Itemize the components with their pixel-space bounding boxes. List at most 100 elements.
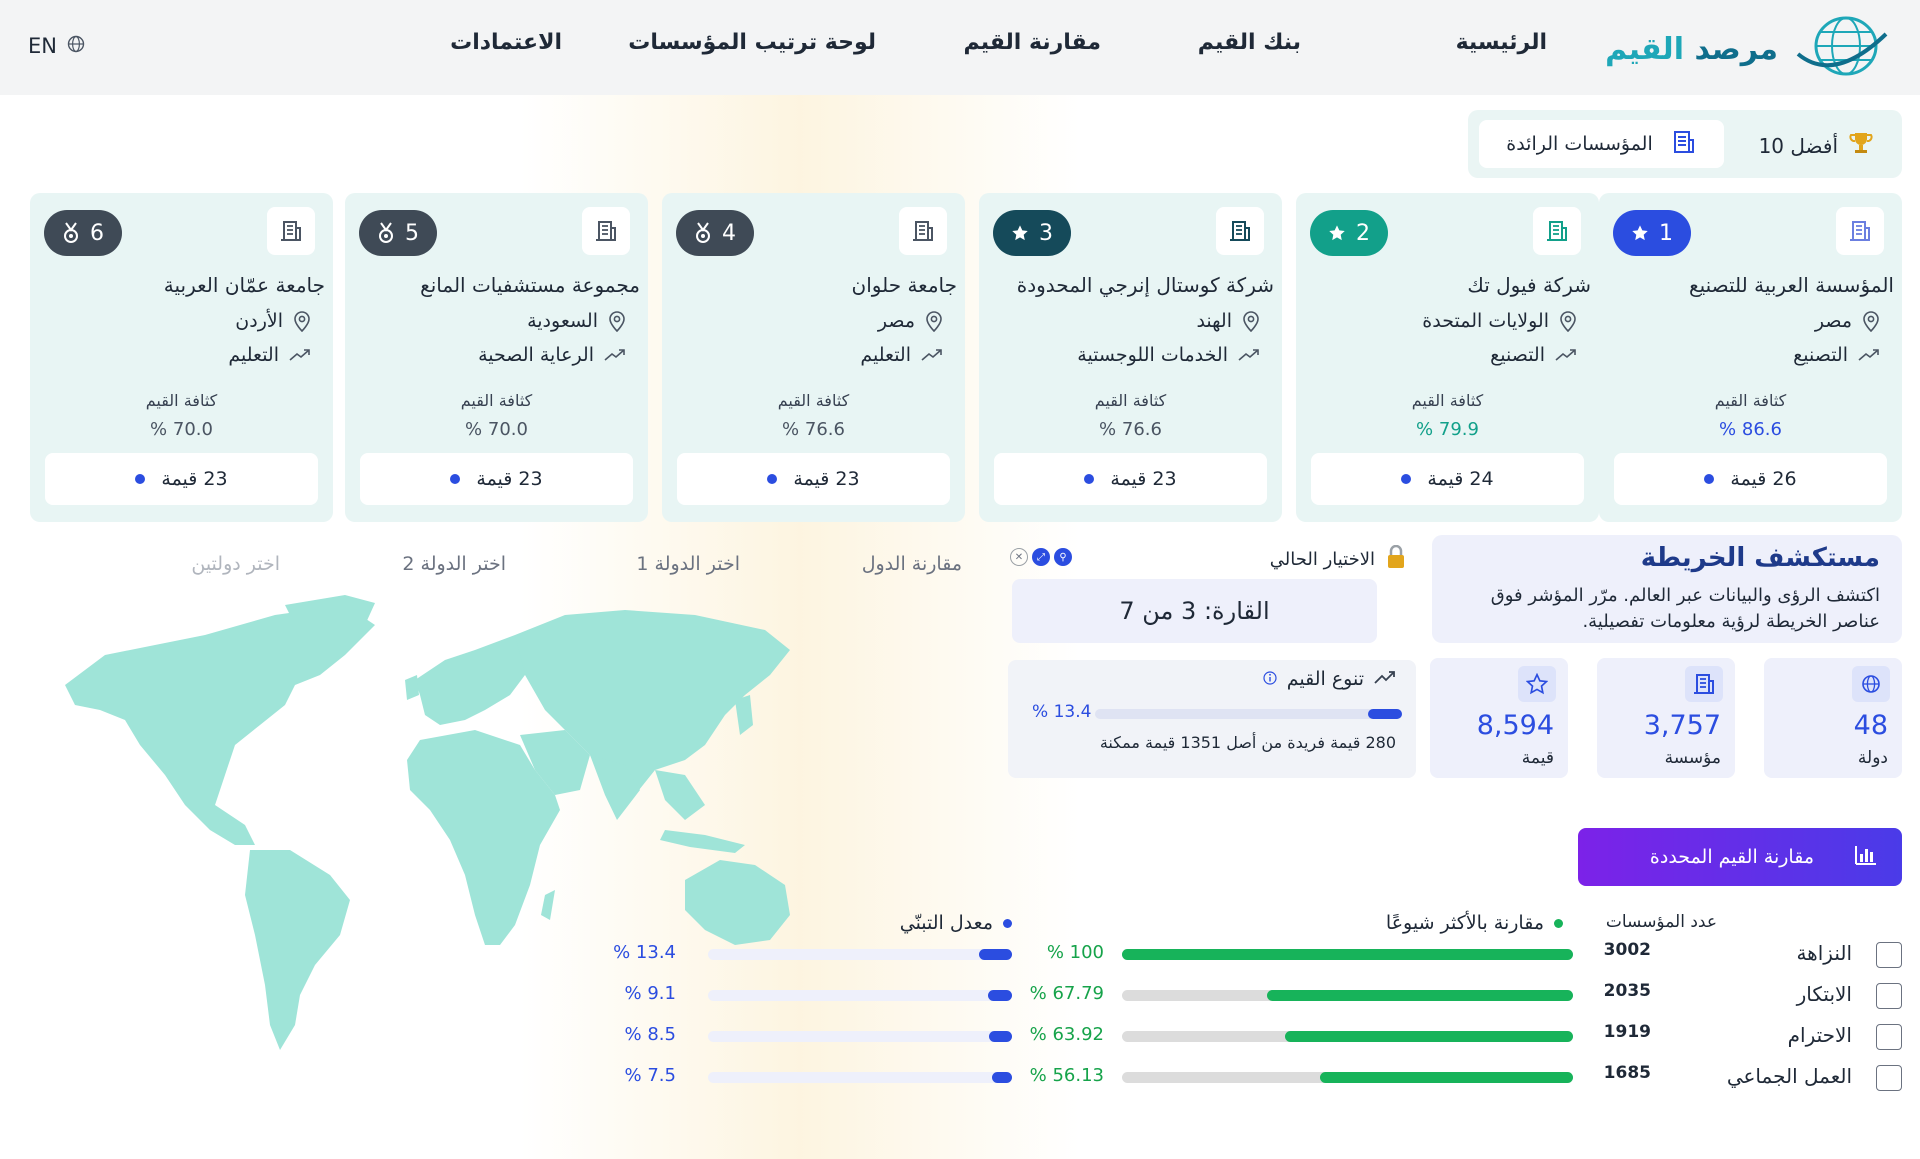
green-dot-icon	[1554, 918, 1563, 928]
current-selection-value: القارة: 3 من 7	[1012, 579, 1377, 643]
current-selection-header: الاختيار الحالي	[1270, 544, 1407, 574]
density-label: كثافة القيم	[1094, 391, 1167, 410]
map-indonesia[interactable]	[660, 830, 745, 853]
institution-sector: التصنيع	[1793, 344, 1848, 366]
institution-card[interactable]: 3 شركة كوستال إنرجي المحدودة الهند الخدم…	[979, 193, 1282, 522]
brand-name: مرصد	[1694, 31, 1778, 67]
pin-icon[interactable]: ⚲	[1054, 548, 1072, 566]
density-value: 76.6 %	[1099, 419, 1162, 440]
compare-button-label: مقارنة القيم المحددة	[1649, 846, 1814, 868]
map-se-asia[interactable]	[655, 770, 705, 820]
adoption-percent: 8.5 %	[624, 1024, 676, 1045]
institution-card[interactable]: 5 مجموعة مستشفيات المانع السعودية الرعاي…	[345, 193, 648, 522]
institution-count: 2035	[1603, 981, 1651, 1001]
top-navbar: مرصد القيم الرئيسية بنك القيم مقارنة الق…	[0, 0, 1920, 95]
rank-number: 4	[722, 220, 736, 246]
location-pin-icon	[1862, 310, 1880, 332]
institution-card[interactable]: 1 المؤسسة العربية للتصنيع مصر التصنيع كث…	[1599, 193, 1902, 522]
map-explorer-panel: مستكشف الخريطة اكتشف الرؤى والبيانات عبر…	[1432, 535, 1902, 643]
institution-sector: الرعاية الصحية	[478, 344, 594, 366]
rank-number: 1	[1659, 220, 1673, 246]
stat-label: مؤسسة	[1664, 748, 1721, 768]
info-icon[interactable]	[1263, 668, 1277, 690]
value-checkbox[interactable]	[1876, 1024, 1902, 1050]
values-count-box: 23 قيمة	[360, 453, 633, 505]
blue-dot-icon	[135, 474, 146, 484]
building-icon	[1669, 128, 1697, 161]
trend-icon	[289, 348, 311, 362]
trend-icon	[1858, 348, 1880, 362]
density-value: 86.6 %	[1719, 419, 1782, 440]
popularity-percent: 63.92 %	[1029, 1024, 1104, 1045]
nav-ranking-board[interactable]: لوحة ترتيب المؤسسات	[628, 30, 876, 66]
header-popular-compare: مقارنة بالأكثر شيوعًا	[1386, 912, 1563, 934]
trophy-icon	[1848, 130, 1874, 161]
language-switch[interactable]: EN	[28, 34, 85, 58]
map-madagascar[interactable]	[541, 890, 555, 920]
popularity-bar-fill	[1267, 990, 1573, 1001]
institution-name: جامعة حلوان	[851, 273, 957, 297]
compare-selected-values-button[interactable]: مقارنة القيم المحددة	[1578, 828, 1902, 886]
stat-card: 8,594 قيمة	[1430, 658, 1568, 778]
building-icon	[1216, 207, 1264, 255]
adoption-bar-fill	[991, 1072, 1012, 1083]
zoom-icon[interactable]: ⤢	[1032, 548, 1050, 566]
map-australia[interactable]	[685, 860, 790, 945]
adoption-bar-fill	[987, 990, 1012, 1001]
brand-name-accent: القيم	[1605, 31, 1684, 67]
map-uk[interactable]	[405, 675, 419, 700]
institution-country: السعودية	[527, 310, 598, 332]
popularity-bar	[1122, 1031, 1573, 1042]
institution-sector: التعليم	[860, 344, 911, 366]
value-name: العمل الجماعي	[1726, 1064, 1852, 1088]
adoption-bar-fill	[978, 949, 1012, 960]
value-checkbox[interactable]	[1876, 1065, 1902, 1091]
location-pin-icon	[608, 310, 626, 332]
institution-country: مصر	[877, 310, 915, 332]
clear-icon[interactable]: ✕	[1010, 548, 1028, 566]
values-diversity-panel: تنوع القيم 13.4 % 280 قيمة فريدة من أصل …	[1008, 660, 1416, 778]
values-count: 23 قيمة	[161, 468, 228, 490]
institution-name: مجموعة مستشفيات المانع	[420, 273, 640, 297]
brand[interactable]: مرصد القيم	[1605, 14, 1890, 84]
leading-institutions-tab[interactable]: المؤسسات الرائدة	[1479, 120, 1724, 168]
institution-name: شركة كوستال إنرجي المحدودة	[1016, 273, 1274, 297]
institution-card[interactable]: 6 جامعة عمّان العربية الأردن التعليم كثا…	[30, 193, 333, 522]
nav-values-compare[interactable]: مقارنة القيم	[963, 30, 1101, 66]
building-icon	[1836, 207, 1884, 255]
institution-card[interactable]: 4 جامعة حلوان مصر التعليم كثافة القيم 76…	[662, 193, 965, 522]
trend-icon	[604, 348, 626, 362]
blue-dot-icon	[767, 474, 778, 484]
adoption-percent: 7.5 %	[624, 1065, 676, 1086]
blue-dot-icon	[1084, 474, 1095, 484]
globe-logo-icon	[1794, 14, 1890, 84]
tab-compare-countries[interactable]: مقارنة الدول	[862, 553, 962, 575]
map-explorer-title: مستكشف الخريطة	[1640, 543, 1880, 573]
rank-number: 2	[1356, 220, 1370, 246]
values-count: 26 قيمة	[1730, 468, 1797, 490]
nav-values-bank[interactable]: بنك القيم	[1198, 30, 1301, 66]
institution-country: الهند	[1196, 310, 1232, 332]
top-10-tab[interactable]: أفضل 10	[1759, 130, 1874, 161]
medal-icon	[377, 222, 395, 244]
globe-icon	[1852, 666, 1890, 702]
rank-badge: 5	[359, 210, 437, 256]
building-icon	[899, 207, 947, 255]
tab-select-country-2[interactable]: اختر الدولة 2	[402, 553, 506, 575]
value-checkbox[interactable]	[1876, 942, 1902, 968]
nav-accreditations[interactable]: الاعتمادات	[450, 30, 562, 66]
values-count: 24 قيمة	[1427, 468, 1494, 490]
stat-value: 48	[1853, 710, 1888, 741]
location-pin-icon	[925, 310, 943, 332]
value-checkbox[interactable]	[1876, 983, 1902, 1009]
medal-icon	[62, 222, 80, 244]
institution-card[interactable]: 2 شركة فيول تك الولايات المتحدة التصنيع …	[1296, 193, 1599, 522]
nav-home[interactable]: الرئيسية	[1456, 30, 1547, 66]
density-value: 79.9 %	[1416, 419, 1479, 440]
tab-select-two-countries[interactable]: اختر دولتين	[191, 553, 280, 575]
map-japan[interactable]	[735, 695, 753, 735]
popularity-bar-fill	[1319, 1072, 1573, 1083]
popularity-bar-fill	[1122, 949, 1573, 960]
tab-select-country-1[interactable]: اختر الدولة 1	[636, 553, 740, 575]
density-label: كثافة القيم	[1411, 391, 1484, 410]
